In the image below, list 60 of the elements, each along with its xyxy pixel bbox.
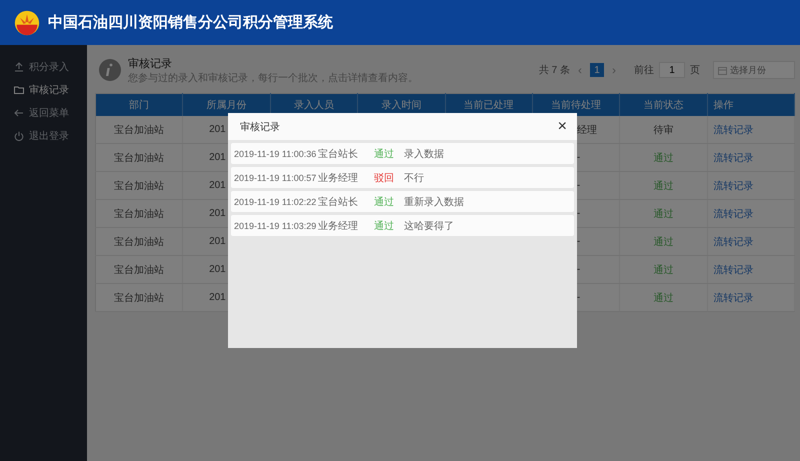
page-unit: 页	[690, 64, 700, 77]
page-title: 审核记录	[128, 56, 173, 70]
logo-icon	[14, 10, 40, 36]
next-page-button[interactable]: ›	[609, 63, 619, 77]
left-arrow-icon	[14, 108, 24, 118]
table-cell: 宝台加油站	[96, 228, 183, 256]
table-cell: 宝台加油站	[96, 256, 183, 284]
column-header: 当前状态	[620, 94, 708, 116]
table-cell: 宝台加油站	[96, 172, 183, 200]
folder-icon	[14, 84, 24, 94]
sidebar-item[interactable]: 返回菜单	[0, 101, 87, 124]
status-cell: 通过	[620, 172, 708, 200]
record-person: 宝台站长	[318, 148, 359, 160]
record-person: 业务经理	[318, 220, 359, 232]
table-cell: 宝台加油站	[96, 284, 183, 312]
power-icon	[14, 130, 24, 140]
page-button[interactable]: 1	[590, 63, 604, 77]
record-note: 录入数据	[404, 148, 444, 160]
upload-icon	[14, 62, 24, 72]
record-result: 通过	[374, 220, 395, 232]
record-person: 宝台站长	[318, 196, 359, 208]
flow-record-link[interactable]: 流转记录	[714, 180, 754, 192]
record-note: 重新录入数据	[404, 196, 464, 208]
column-header: 所属月份	[182, 94, 270, 116]
flow-record-link[interactable]: 流转记录	[714, 264, 754, 276]
status-cell: 通过	[620, 144, 708, 172]
page-number-field[interactable]: 1	[659, 62, 685, 78]
flow-record-link[interactable]: 流转记录	[714, 292, 754, 304]
sidebar-item[interactable]: 审核记录	[0, 78, 87, 101]
flow-record-link[interactable]: 流转记录	[714, 152, 754, 164]
column-header: 当前待处理	[532, 94, 620, 116]
info-icon	[99, 59, 121, 81]
record-note: 这哈要得了	[404, 220, 454, 232]
month-picker-field[interactable]: 选择月份	[713, 61, 795, 79]
record-note: 不行	[404, 172, 424, 184]
column-header: 操作	[707, 94, 794, 116]
record-person: 业务经理	[318, 172, 359, 184]
total-count: 共 7 条	[538, 64, 570, 77]
record-result: 通过	[374, 196, 395, 208]
calendar-icon	[718, 66, 727, 75]
status-cell: 待审	[620, 116, 708, 144]
sidebar-item[interactable]: 退出登录	[0, 124, 87, 147]
table-cell: 宝台加油站	[96, 200, 183, 228]
status-cell: 通过	[620, 200, 708, 228]
column-header: 部门	[96, 94, 183, 116]
table-cell: 宝台加油站	[96, 116, 183, 144]
sidebar-item[interactable]: 积分录入	[0, 55, 87, 78]
previous-page-button[interactable]: ‹	[575, 63, 585, 77]
goto-label: 前往	[634, 64, 654, 77]
status-cell: 通过	[620, 256, 708, 284]
flow-record-link[interactable]: 流转记录	[714, 124, 754, 136]
record-result: 通过	[374, 148, 395, 160]
flow-record-link[interactable]: 流转记录	[714, 208, 754, 220]
record-result: 驳回	[374, 172, 395, 184]
status-cell: 通过	[620, 284, 708, 312]
flow-record-link[interactable]: 流转记录	[714, 236, 754, 248]
table-cell: 宝台加油站	[96, 144, 183, 172]
close-button[interactable]: ×	[556, 118, 569, 134]
app-title: 中国石油四川资阳销售分公司积分管理系统	[48, 13, 333, 32]
status-cell: 通过	[620, 228, 708, 256]
